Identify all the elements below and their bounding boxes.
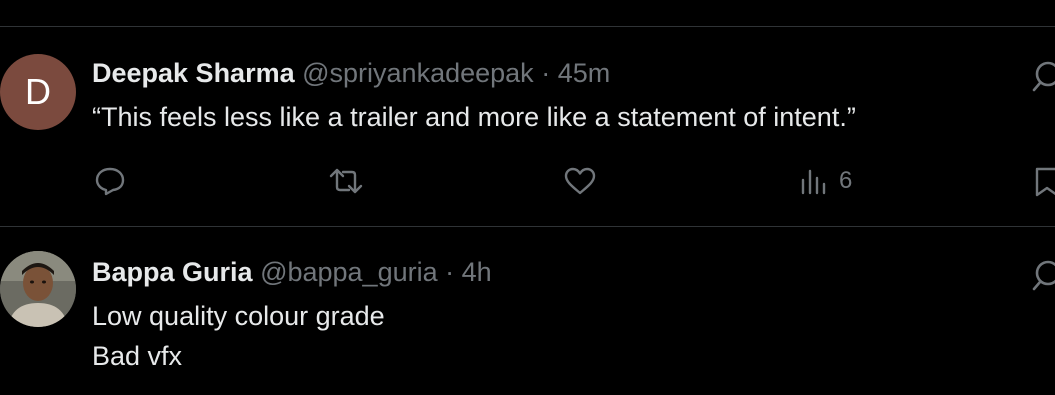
post-text-line: “This feels less like a trailer and more… [92, 102, 856, 132]
analytics-icon [801, 169, 826, 195]
like-button[interactable] [563, 166, 597, 196]
post-text: “This feels less like a trailer and more… [92, 97, 856, 137]
post-time[interactable]: 45m [558, 58, 611, 88]
repost-button[interactable] [328, 166, 364, 196]
reply-button[interactable] [94, 166, 126, 196]
author-handle[interactable]: @spriyankadeepak [302, 58, 534, 88]
avatar-photo[interactable] [0, 251, 76, 327]
avatar-letter: D [25, 71, 51, 112]
grok-icon[interactable] [1030, 255, 1055, 295]
profile-photo-icon [0, 251, 76, 327]
author-handle[interactable]: @bappa_guria [260, 257, 438, 287]
heart-icon [564, 167, 596, 195]
post-header: Deepak Sharma @spriyankadeepak · 45m [92, 57, 610, 89]
post-text-line: Bad vfx [92, 341, 183, 371]
bookmark-button[interactable] [1034, 166, 1055, 198]
post-header: Bappa Guria @bappa_guria · 4h [92, 256, 492, 288]
views-count: 6 [839, 167, 853, 194]
post-time[interactable]: 4h [462, 257, 492, 287]
post-text: Low quality colour grade Bad vfx [92, 296, 385, 376]
post-bappa[interactable]: Bappa Guria @bappa_guria · 4h Low qualit… [0, 227, 1055, 395]
separator-dot: · [541, 58, 551, 88]
views-button[interactable]: 6 [799, 166, 852, 196]
author-name[interactable]: Deepak Sharma [92, 58, 295, 88]
bookmark-icon [1035, 167, 1055, 197]
separator-dot: · [445, 257, 455, 287]
repost-icon [329, 168, 363, 194]
avatar[interactable]: D [0, 54, 76, 130]
author-name[interactable]: Bappa Guria [92, 257, 253, 287]
post-text-line: Low quality colour grade [92, 301, 385, 331]
reply-icon [95, 167, 125, 196]
post-deepak[interactable]: D Deepak Sharma @spriyankadeepak · 45m “… [0, 0, 1055, 226]
grok-icon[interactable] [1030, 56, 1055, 96]
